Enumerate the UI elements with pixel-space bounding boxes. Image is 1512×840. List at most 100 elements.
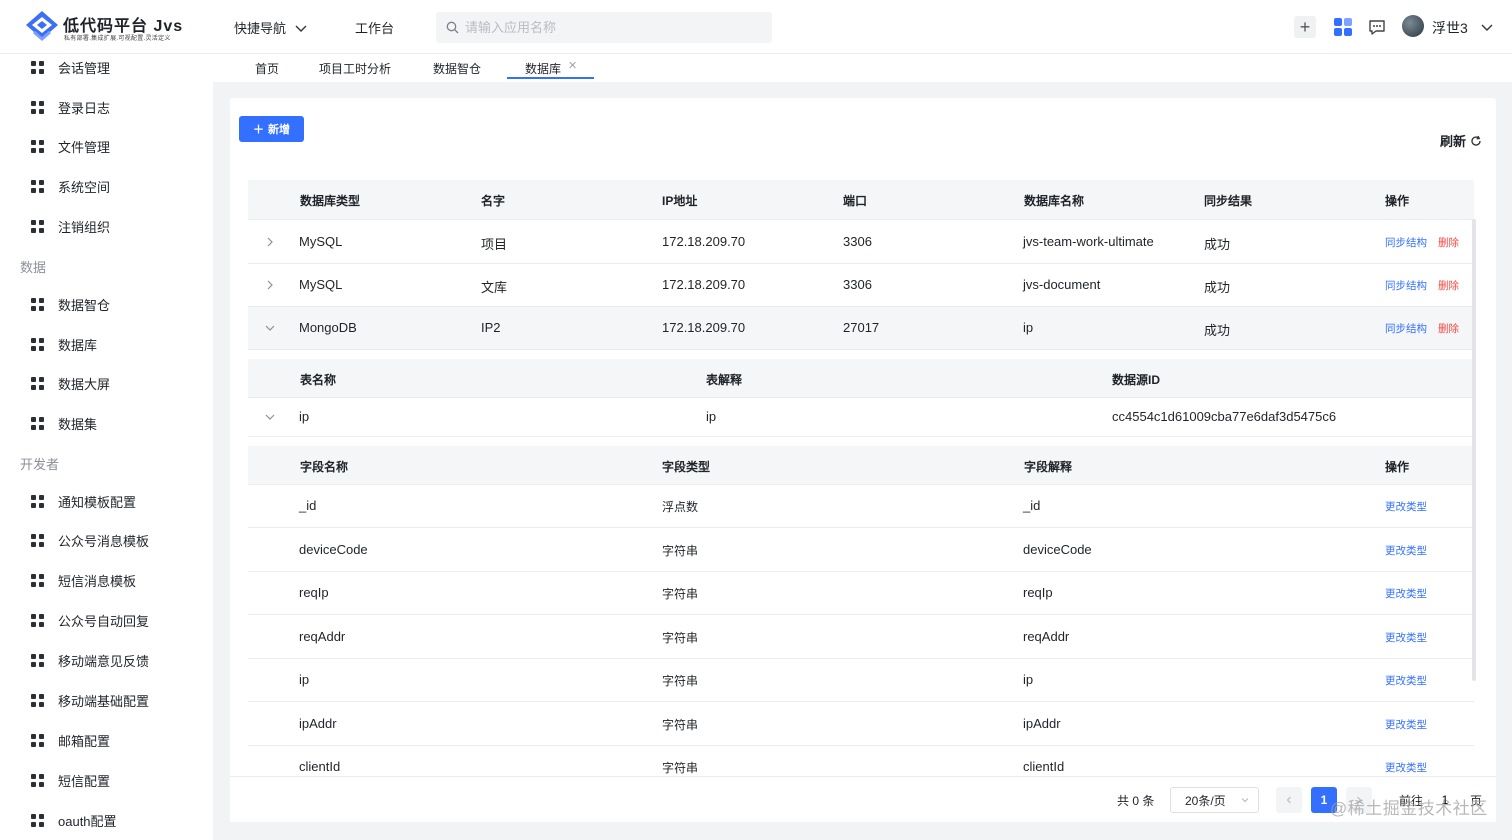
table-scrollbar[interactable] bbox=[1472, 219, 1476, 681]
tab-database[interactable]: 数据库 bbox=[525, 60, 561, 77]
app-search[interactable] bbox=[436, 12, 772, 43]
next-page-button[interactable] bbox=[1346, 787, 1372, 813]
brand-subtitle: 私有部署.集成扩展.可视配置.灵活定义 bbox=[64, 36, 171, 42]
sidebar-item-label: 短信消息模板 bbox=[58, 573, 137, 589]
grid-icon bbox=[31, 337, 44, 351]
user-avatar[interactable] bbox=[1402, 15, 1424, 37]
field-row: reqIp 字符串 reqIp 更改类型 bbox=[248, 572, 1474, 615]
sidebar-item-sms-config[interactable]: 短信配置 bbox=[31, 770, 110, 790]
sync-structure-link[interactable]: 同步结构 bbox=[1385, 235, 1427, 250]
pagination-bar bbox=[230, 776, 1496, 822]
column-header: 名字 bbox=[481, 194, 506, 208]
cell-ip: 172.18.209.70 bbox=[662, 277, 746, 292]
cell-field-desc: ipAddr bbox=[1023, 716, 1061, 731]
grid-icon bbox=[31, 416, 44, 430]
refresh-icon bbox=[1471, 135, 1481, 146]
sidebar-item-database[interactable]: 数据库 bbox=[31, 334, 97, 354]
sidebar-item-label: 文件管理 bbox=[58, 139, 111, 155]
field-row: _id 浮点数 _id 更改类型 bbox=[248, 485, 1474, 528]
sidebar-item-mobile-feedback[interactable]: 移动端意见反馈 bbox=[31, 650, 149, 670]
chevron-down-icon bbox=[1241, 798, 1249, 803]
change-type-link[interactable]: 更改类型 bbox=[1385, 586, 1427, 601]
change-type-link[interactable]: 更改类型 bbox=[1385, 543, 1427, 558]
workbench-link[interactable]: 工作台 bbox=[355, 18, 394, 37]
cell-field-type: 字符串 bbox=[662, 718, 699, 732]
change-type-link[interactable]: 更改类型 bbox=[1385, 760, 1427, 775]
sidebar-item-oauth-config[interactable]: oauth配置 bbox=[31, 810, 117, 830]
tab-home[interactable]: 首页 bbox=[255, 60, 279, 77]
sidebar-item-mp-auto-reply[interactable]: 公众号自动回复 bbox=[31, 610, 149, 630]
change-type-link[interactable]: 更改类型 bbox=[1385, 717, 1427, 732]
chevron-down-icon[interactable] bbox=[264, 322, 276, 334]
sync-structure-link[interactable]: 同步结构 bbox=[1385, 321, 1427, 336]
cell-name: 文库 bbox=[481, 280, 508, 295]
delete-link[interactable]: 删除 bbox=[1438, 235, 1459, 250]
sidebar-item-system-space[interactable]: 系统空间 bbox=[31, 176, 110, 196]
tab-close-icon[interactable]: ✕ bbox=[568, 59, 577, 72]
grid-icon bbox=[31, 573, 44, 587]
change-type-link[interactable]: 更改类型 bbox=[1385, 630, 1427, 645]
delete-link[interactable]: 删除 bbox=[1438, 321, 1459, 336]
table-header: 数据库类型 名字 IP地址 端口 数据库名称 同步结果 操作 bbox=[248, 180, 1474, 220]
grid-icon bbox=[31, 219, 44, 233]
quick-nav-dropdown[interactable]: 快捷导航 bbox=[234, 18, 308, 37]
sidebar-item-mobile-config[interactable]: 移动端基础配置 bbox=[31, 690, 149, 710]
table-row: MySQL 文库 172.18.209.70 3306 jvs-document… bbox=[248, 264, 1474, 307]
cell-field-desc: reqIp bbox=[1023, 585, 1053, 600]
change-type-link[interactable]: 更改类型 bbox=[1385, 673, 1427, 688]
sidebar-item-label: 系统空间 bbox=[58, 179, 111, 195]
goto-page-input[interactable] bbox=[1430, 787, 1460, 813]
chevron-down-icon bbox=[295, 25, 307, 32]
subtable-row: ip ip cc4554c1d61009cba77e6daf3d5475c6 bbox=[248, 398, 1474, 437]
chevron-down-icon[interactable] bbox=[264, 411, 276, 423]
table-row-expanded: MongoDB IP2 172.18.209.70 27017 ip 成功 同步… bbox=[248, 307, 1474, 350]
grid-icon bbox=[31, 733, 44, 747]
sync-structure-link[interactable]: 同步结构 bbox=[1385, 278, 1427, 293]
sidebar-item-dataset[interactable]: 数据集 bbox=[31, 413, 97, 433]
cell-db-type: MySQL bbox=[299, 277, 343, 292]
sidebar-item-data-warehouse[interactable]: 数据智仓 bbox=[31, 294, 110, 314]
sidebar-item-data-screen[interactable]: 数据大屏 bbox=[31, 373, 110, 393]
chevron-right-icon[interactable] bbox=[264, 236, 276, 248]
column-header: 同步结果 bbox=[1204, 194, 1253, 208]
page-number-current[interactable]: 1 bbox=[1311, 787, 1337, 813]
message-icon[interactable] bbox=[1366, 16, 1388, 38]
delete-link[interactable]: 删除 bbox=[1438, 278, 1459, 293]
sidebar-item-mp-message-template[interactable]: 公众号消息模板 bbox=[31, 530, 149, 550]
cell-field-name: _id bbox=[299, 498, 317, 513]
cell-sync-result: 成功 bbox=[1204, 237, 1231, 252]
refresh-button[interactable]: 刷新 bbox=[1440, 131, 1482, 150]
sidebar-item-deregister-org[interactable]: 注销组织 bbox=[31, 216, 110, 236]
chevron-down-icon[interactable] bbox=[1480, 20, 1494, 34]
sidebar-item-label: 数据集 bbox=[58, 416, 98, 432]
page-size-value: 20条/页 bbox=[1185, 793, 1226, 808]
sidebar-item-files[interactable]: 文件管理 bbox=[31, 136, 110, 156]
add-icon[interactable]: + bbox=[1294, 16, 1316, 38]
prev-page-button[interactable] bbox=[1276, 787, 1302, 813]
top-header: 低代码平台 Jvs 私有部署.集成扩展.可视配置.灵活定义 快捷导航 工作台 +… bbox=[0, 0, 1512, 54]
grid-icon bbox=[31, 100, 44, 114]
cell-port: 3306 bbox=[843, 277, 872, 292]
sidebar-item-login-log[interactable]: 登录日志 bbox=[31, 97, 110, 117]
search-icon bbox=[446, 21, 459, 34]
app-logo-icon[interactable] bbox=[24, 10, 60, 44]
sidebar-item-sms-template[interactable]: 短信消息模板 bbox=[31, 570, 136, 590]
user-name[interactable]: 浮世3 bbox=[1432, 18, 1468, 38]
cell-field-type: 浮点数 bbox=[662, 500, 699, 514]
tab-data-warehouse[interactable]: 数据智仓 bbox=[433, 60, 481, 77]
grid-icon bbox=[31, 60, 44, 74]
sidebar-item-label: 短信配置 bbox=[58, 773, 111, 789]
add-button[interactable]: ＋ 新增 bbox=[239, 116, 304, 142]
apps-icon[interactable] bbox=[1332, 16, 1354, 38]
tab-project-hours[interactable]: 项目工时分析 bbox=[319, 60, 391, 77]
page-size-select[interactable]: 20条/页 bbox=[1170, 787, 1259, 813]
sidebar-item-session[interactable]: 会话管理 bbox=[31, 57, 110, 77]
sidebar-item-mail-config[interactable]: 邮箱配置 bbox=[31, 730, 110, 750]
search-input[interactable] bbox=[465, 20, 755, 35]
grid-icon bbox=[31, 139, 44, 153]
refresh-label: 刷新 bbox=[1440, 134, 1467, 149]
chevron-right-icon[interactable] bbox=[264, 279, 276, 291]
change-type-link[interactable]: 更改类型 bbox=[1385, 499, 1427, 514]
cell-field-desc: clientId bbox=[1023, 759, 1065, 774]
sidebar-item-notify-template[interactable]: 通知模板配置 bbox=[31, 491, 136, 511]
